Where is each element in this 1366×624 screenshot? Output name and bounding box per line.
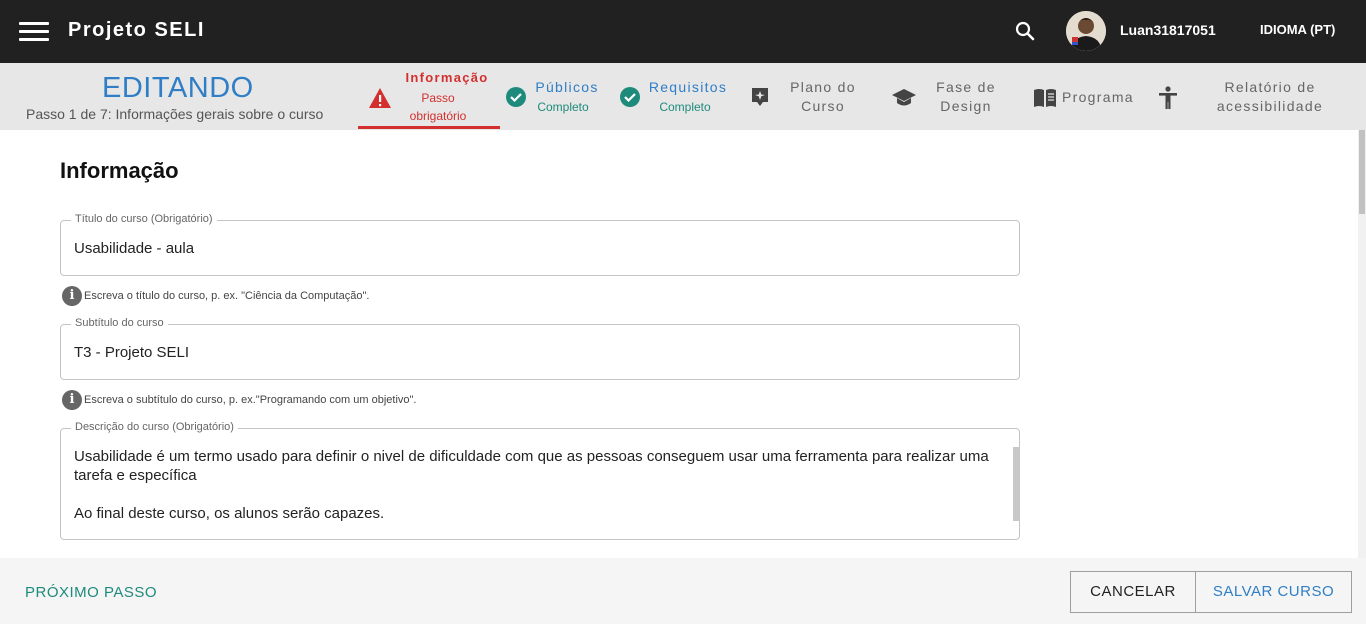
section-title: Informação [60,158,179,183]
save-course-button[interactable]: SALVAR CURSO [1196,571,1352,613]
app-bar: Projeto SELI Luan31817051 IDIOMA (PT) [0,0,1366,63]
step-label: Programa [1062,89,1134,105]
info-icon: i [62,390,82,410]
cancel-button[interactable]: CANCELAR [1070,571,1196,613]
next-step-button[interactable]: PRÓXIMO PASSO [25,584,157,601]
menu-icon[interactable] [19,20,49,42]
bottom-action-bar: PRÓXIMO PASSO CANCELAR SALVAR CURSO [0,558,1366,624]
step-requisitos[interactable]: Requisitos Completo [618,63,732,129]
step-label: Públicos [535,79,599,95]
step-status: Completo [659,100,711,114]
info-icon: i [62,286,82,306]
step-relatorio-de-acessibilidade[interactable]: Relatório de acessibilidade [1156,63,1332,129]
username[interactable]: Luan31817051 [1120,22,1216,38]
warning-icon [369,88,391,108]
step-fase-de-design[interactable]: Fase de Design [888,63,1008,129]
step-label: Plano do [790,79,856,95]
field-label: Descrição do curso (Obrigatório) [71,421,238,433]
check-circle-icon [620,87,640,107]
course-title-field[interactable]: Título do curso (Obrigatório) Usabilidad… [60,213,1020,276]
accessibility-icon [1159,86,1177,109]
course-description-textarea[interactable]: Usabilidade é um termo usado para defini… [74,447,1004,523]
app-title: Projeto SELI [68,19,205,41]
book-icon [1034,89,1056,107]
search-icon[interactable] [1014,20,1036,42]
course-subtitle-input[interactable]: T3 - Projeto SELI [74,344,189,361]
step-label: Fase de [936,79,996,95]
course-description-field[interactable]: Descrição do curso (Obrigatório) Usabili… [60,421,1020,540]
course-subtitle-field[interactable]: Subtítulo do curso T3 - Projeto SELI [60,317,1020,380]
step-label: Requisitos [648,79,728,95]
description-line: Ao final deste curso, os alunos serão ca… [74,505,385,522]
step-label: Informação [405,70,489,85]
step-bar: EDITANDO Passo 1 de 7: Informações gerai… [0,63,1366,130]
field-label: Título do curso (Obrigatório) [71,213,217,225]
step-label: Curso [801,98,845,114]
course-plan-icon [752,88,768,106]
scrollbar-thumb[interactable] [1359,130,1365,214]
step-count: Passo 1 de 7: Informações gerais sobre o… [26,106,324,122]
step-status: obrigatório [409,109,467,123]
editing-title: EDITANDO [102,72,254,104]
avatar[interactable] [1066,11,1106,51]
page-scrollbar[interactable] [1358,130,1366,558]
step-informacao[interactable]: Informação Passo obrigatório [358,63,500,129]
step-status: Passo [421,91,455,105]
field-label: Subtítulo do curso [71,317,168,329]
step-plano-do-curso[interactable]: Plano do Curso [746,63,866,129]
step-label: Design [940,98,992,114]
textarea-scrollbar[interactable] [1013,447,1019,521]
step-label: acessibilidade [1216,98,1324,114]
check-circle-icon [506,87,526,107]
graduation-cap-icon [892,89,916,106]
step-label: Relatório de [1224,79,1316,95]
hint-text: Escreva o subtítulo do curso, p. ex."Pro… [84,394,417,406]
description-line: Usabilidade é um termo usado para defini… [74,448,989,484]
language-selector[interactable]: IDIOMA (PT) [1260,22,1335,37]
active-step-indicator [358,126,500,129]
course-title-input[interactable]: Usabilidade - aula [74,240,194,257]
step-status: Completo [537,100,589,114]
hint-text: Escreva o título do curso, p. ex. "Ciênc… [84,290,370,302]
step-programa[interactable]: Programa [1032,63,1140,129]
step-publicos[interactable]: Públicos Completo [504,63,608,129]
